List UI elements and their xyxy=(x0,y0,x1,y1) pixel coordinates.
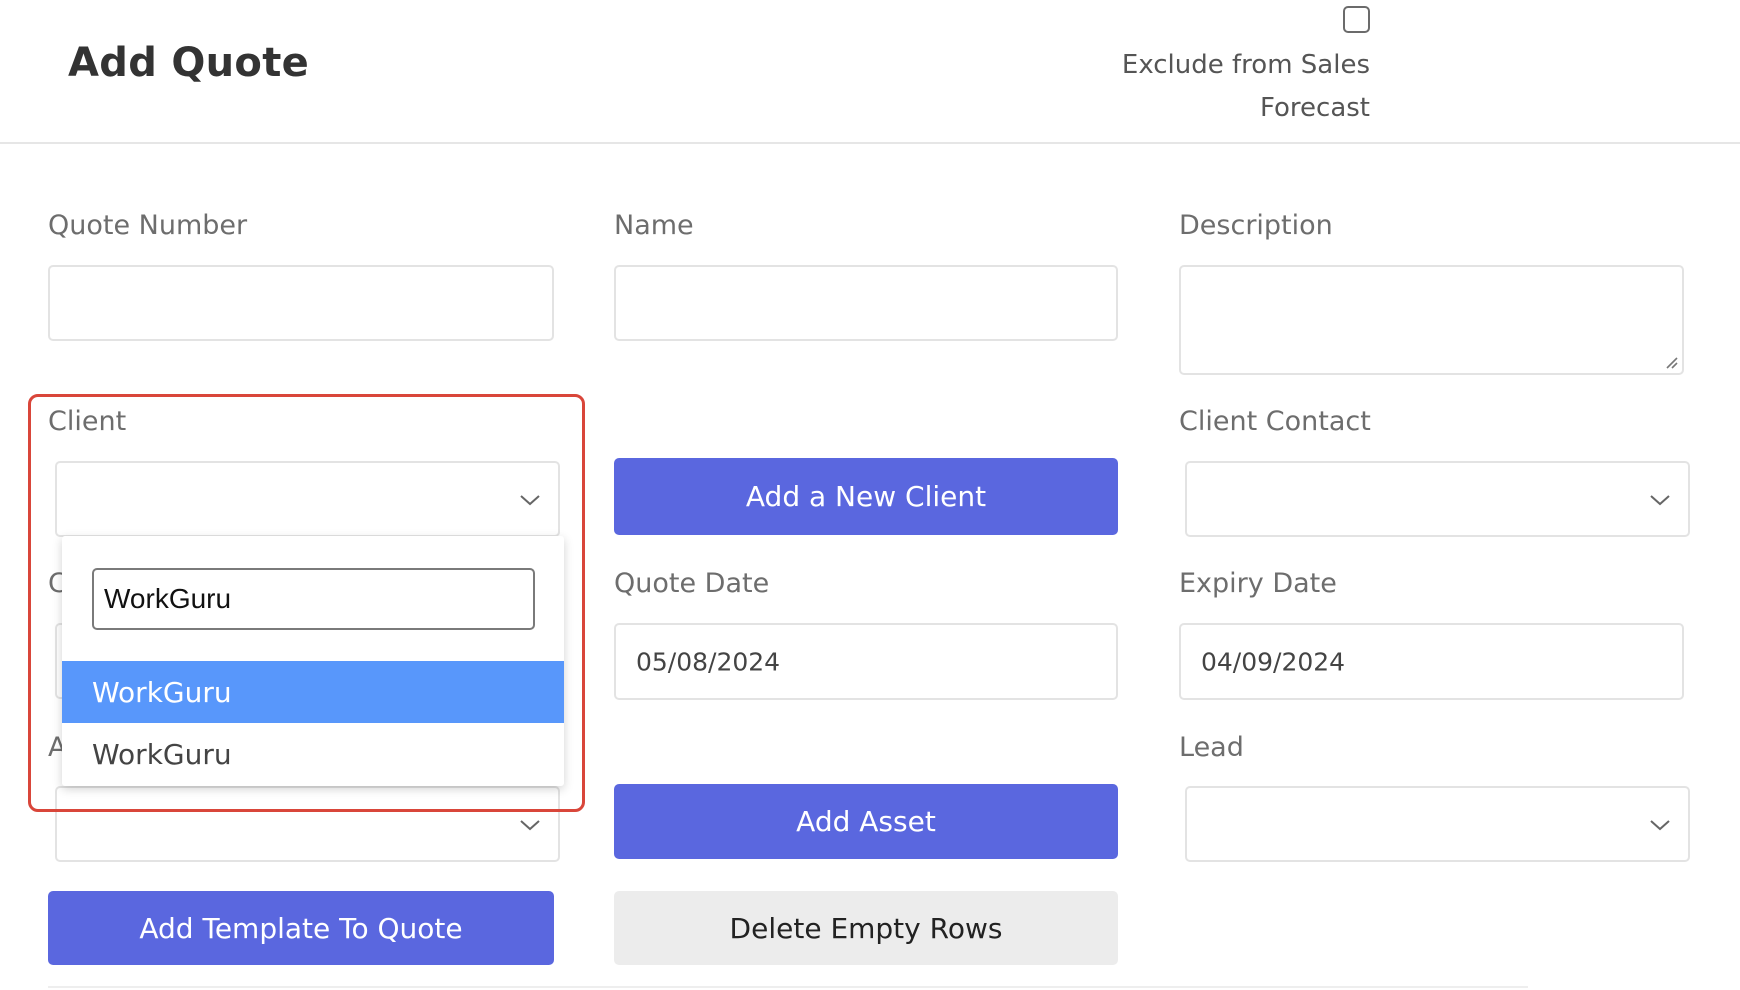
quote-number-label: Quote Number xyxy=(48,210,248,241)
chevron-down-icon xyxy=(1650,495,1670,506)
lead-select[interactable] xyxy=(1185,786,1690,862)
client-select[interactable] xyxy=(55,461,560,537)
add-asset-button[interactable]: Add Asset xyxy=(614,784,1118,859)
name-input[interactable] xyxy=(614,265,1118,341)
quote-date-input[interactable]: 05/08/2024 xyxy=(614,623,1118,700)
page-title: Add Quote xyxy=(68,40,310,86)
chevron-down-icon xyxy=(1650,820,1670,831)
resize-grip-icon[interactable] xyxy=(1664,355,1678,369)
lead-label: Lead xyxy=(1179,732,1244,763)
add-template-to-quote-button[interactable]: Add Template To Quote xyxy=(48,891,554,965)
description-label: Description xyxy=(1179,210,1333,241)
client-contact-select[interactable] xyxy=(1185,461,1690,537)
quote-number-input[interactable] xyxy=(48,265,554,341)
expiry-date-input[interactable]: 04/09/2024 xyxy=(1179,623,1684,700)
add-new-client-button[interactable]: Add a New Client xyxy=(614,458,1118,535)
client-option[interactable]: WorkGuru xyxy=(62,723,564,785)
divider xyxy=(48,986,1528,988)
quote-date-label: Quote Date xyxy=(614,568,770,599)
exclude-from-forecast-checkbox[interactable] xyxy=(1343,6,1370,33)
asset-select[interactable] xyxy=(55,786,560,862)
quote-date-value: 05/08/2024 xyxy=(636,647,781,676)
expiry-date-label: Expiry Date xyxy=(1179,568,1337,599)
name-label: Name xyxy=(614,210,694,241)
chevron-down-icon xyxy=(520,820,540,831)
description-textarea[interactable] xyxy=(1179,265,1684,375)
client-dropdown-panel: WorkGuru WorkGuru xyxy=(62,536,564,786)
delete-empty-rows-button[interactable]: Delete Empty Rows xyxy=(614,891,1118,965)
client-option-label: WorkGuru xyxy=(92,737,232,771)
client-contact-label: Client Contact xyxy=(1179,406,1371,437)
client-option-highlighted[interactable]: WorkGuru xyxy=(62,661,564,723)
client-label: Client xyxy=(48,406,127,437)
chevron-down-icon xyxy=(520,495,540,506)
client-option-label: WorkGuru xyxy=(92,675,232,709)
client-search-input[interactable] xyxy=(92,568,535,630)
expiry-date-value: 04/09/2024 xyxy=(1201,647,1346,676)
exclude-from-forecast-label: Exclude from Sales Forecast xyxy=(1121,50,1370,123)
page-header: Add Quote Exclude from Sales Forecast xyxy=(0,0,1740,144)
